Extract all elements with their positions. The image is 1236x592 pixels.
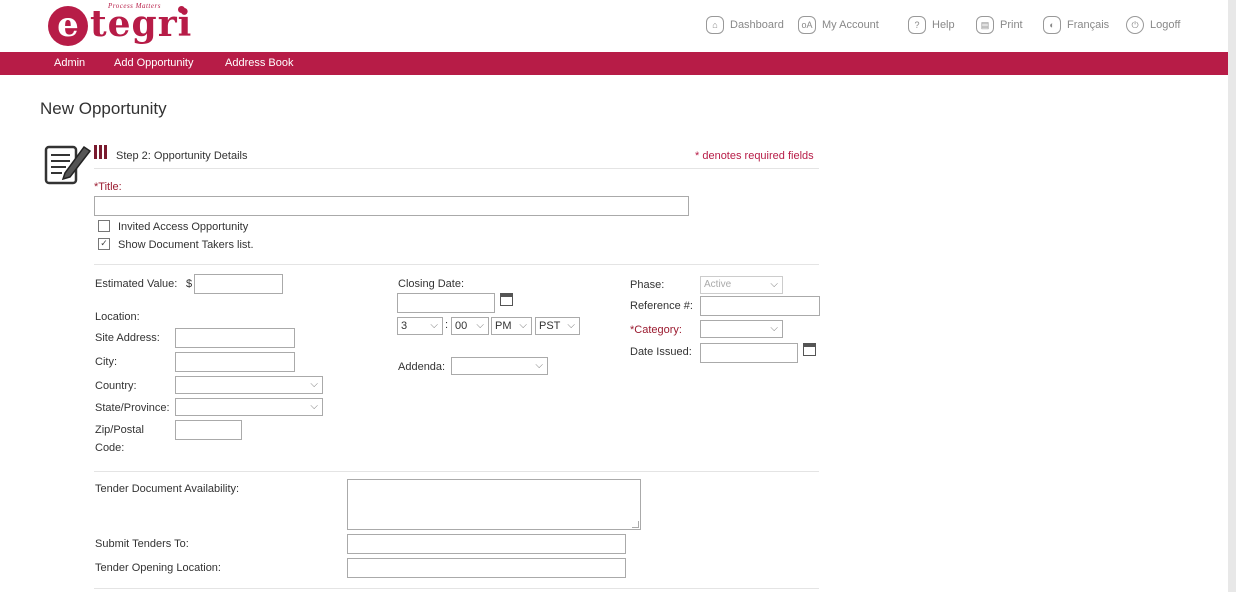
city-input[interactable] xyxy=(175,352,295,372)
opening-location-input[interactable] xyxy=(347,558,626,578)
chevron-down-icon: ⌵ xyxy=(567,320,575,331)
opening-location-label: Tender Opening Location: xyxy=(95,562,221,574)
closing-minute-value: 00 xyxy=(455,320,468,332)
main-menu: Admin Add Opportunity Address Book xyxy=(0,52,1228,75)
closing-ampm-select[interactable]: PM ⌵ xyxy=(491,317,532,335)
window-edge xyxy=(1228,0,1236,592)
home-icon: ⌂ xyxy=(706,16,724,34)
divider xyxy=(94,588,819,589)
help-icon: ? xyxy=(908,16,926,34)
estimated-value-input[interactable] xyxy=(194,274,283,294)
closing-ampm-value: PM xyxy=(495,320,512,332)
show-doc-takers-checkbox[interactable]: ✓ xyxy=(98,238,110,250)
page-title: New Opportunity xyxy=(40,99,167,118)
chevron-down-icon: ⌵ xyxy=(770,279,778,290)
site-address-label: Site Address: xyxy=(95,332,160,344)
city-label: City: xyxy=(95,356,117,368)
menu-address-book[interactable]: Address Book xyxy=(225,57,293,69)
calendar-icon[interactable] xyxy=(500,293,513,306)
chevron-down-icon: ⌵ xyxy=(535,360,543,371)
divider xyxy=(94,264,819,265)
help-label: Help xyxy=(932,19,955,31)
phase-value: Active xyxy=(704,279,732,290)
state-label: State/Province: xyxy=(95,402,170,414)
phase-select[interactable]: Active ⌵ xyxy=(700,276,783,294)
language-icon: ◐ xyxy=(1043,16,1061,34)
site-address-input[interactable] xyxy=(175,328,295,348)
location-label: Location: xyxy=(95,311,140,323)
title-label: *Title: xyxy=(94,181,122,193)
closing-minute-select[interactable]: 00 ⌵ xyxy=(451,317,489,335)
logo-dot xyxy=(178,6,185,13)
currency-symbol: $ xyxy=(186,278,193,290)
closing-timezone-select[interactable]: PST ⌵ xyxy=(535,317,580,335)
chevron-down-icon: ⌵ xyxy=(310,379,318,390)
power-icon: ⏻ xyxy=(1126,16,1144,34)
addenda-select[interactable]: ⌵ xyxy=(451,357,548,375)
show-doc-takers-label: Show Document Takers list. xyxy=(118,239,254,251)
zip-label-line2: Code: xyxy=(95,442,125,454)
tender-doc-textarea[interactable] xyxy=(347,479,641,530)
logoff-link[interactable]: ⏻ Logoff xyxy=(1126,14,1180,36)
form-edit-icon xyxy=(44,145,92,185)
chevron-down-icon: ⌵ xyxy=(430,320,438,331)
closing-hour-select[interactable]: 3 ⌵ xyxy=(397,317,443,335)
reference-label: Reference #: xyxy=(630,300,693,312)
dashboard-link[interactable]: ⌂ Dashboard xyxy=(706,14,784,36)
menu-add-opportunity[interactable]: Add Opportunity xyxy=(114,57,194,69)
closing-hour-value: 3 xyxy=(401,320,408,332)
required-note: * denotes required fields xyxy=(695,150,814,162)
time-separator: : xyxy=(445,319,449,331)
addenda-label: Addenda: xyxy=(398,361,446,373)
logo-word[interactable]: tegri xyxy=(90,4,192,44)
date-issued-label: Date Issued: xyxy=(630,346,692,358)
tender-doc-label: Tender Document Availability: xyxy=(95,483,240,495)
country-select[interactable]: ⌵ xyxy=(175,376,323,394)
chevron-down-icon: ⌵ xyxy=(770,323,778,334)
logo-e[interactable]: e xyxy=(48,6,88,46)
header: e tegri Process Matters ⌂ Dashboard oA M… xyxy=(0,0,1236,52)
invited-access-checkbox[interactable] xyxy=(98,220,110,232)
reference-input[interactable] xyxy=(700,296,820,316)
resize-handle[interactable] xyxy=(632,521,639,528)
phase-label: Phase: xyxy=(630,279,665,291)
submit-to-input[interactable] xyxy=(347,534,626,554)
logo-tagline: Process Matters xyxy=(108,2,161,10)
chevron-down-icon: ⌵ xyxy=(476,320,484,331)
zip-input[interactable] xyxy=(175,420,242,440)
print-label: Print xyxy=(1000,19,1023,31)
divider xyxy=(94,471,819,472)
closing-date-label: Closing Date: xyxy=(398,278,465,290)
invited-access-label: Invited Access Opportunity xyxy=(118,221,249,233)
closing-date-input[interactable] xyxy=(397,293,495,313)
divider xyxy=(94,168,819,169)
title-input[interactable] xyxy=(94,196,689,216)
step-title: Step 2: Opportunity Details xyxy=(116,150,248,162)
estimated-value-label: Estimated Value: xyxy=(95,278,178,290)
closing-timezone-value: PST xyxy=(539,320,561,332)
account-icon: oA xyxy=(798,16,816,34)
menu-admin[interactable]: Admin xyxy=(54,57,85,69)
step-marker xyxy=(94,145,107,159)
print-link[interactable]: ▤ Print xyxy=(976,14,1023,36)
category-label: *Category: xyxy=(630,324,682,336)
country-label: Country: xyxy=(95,380,137,392)
francais-link[interactable]: ◐ Français xyxy=(1043,14,1109,36)
date-issued-input[interactable] xyxy=(700,343,798,363)
category-select[interactable]: ⌵ xyxy=(700,320,783,338)
submit-to-label: Submit Tenders To: xyxy=(95,538,189,550)
state-select[interactable]: ⌵ xyxy=(175,398,323,416)
calendar-icon[interactable] xyxy=(803,343,816,356)
print-icon: ▤ xyxy=(976,16,994,34)
zip-label: Zip/Postal xyxy=(95,424,144,436)
francais-label: Français xyxy=(1067,19,1110,31)
logoff-label: Logoff xyxy=(1150,19,1181,31)
chevron-down-icon: ⌵ xyxy=(310,401,318,412)
my-account-link[interactable]: oA My Account xyxy=(798,14,879,36)
help-link[interactable]: ? Help xyxy=(908,14,955,36)
my-account-label: My Account xyxy=(822,19,879,31)
dashboard-label: Dashboard xyxy=(730,19,784,31)
chevron-down-icon: ⌵ xyxy=(519,320,527,331)
